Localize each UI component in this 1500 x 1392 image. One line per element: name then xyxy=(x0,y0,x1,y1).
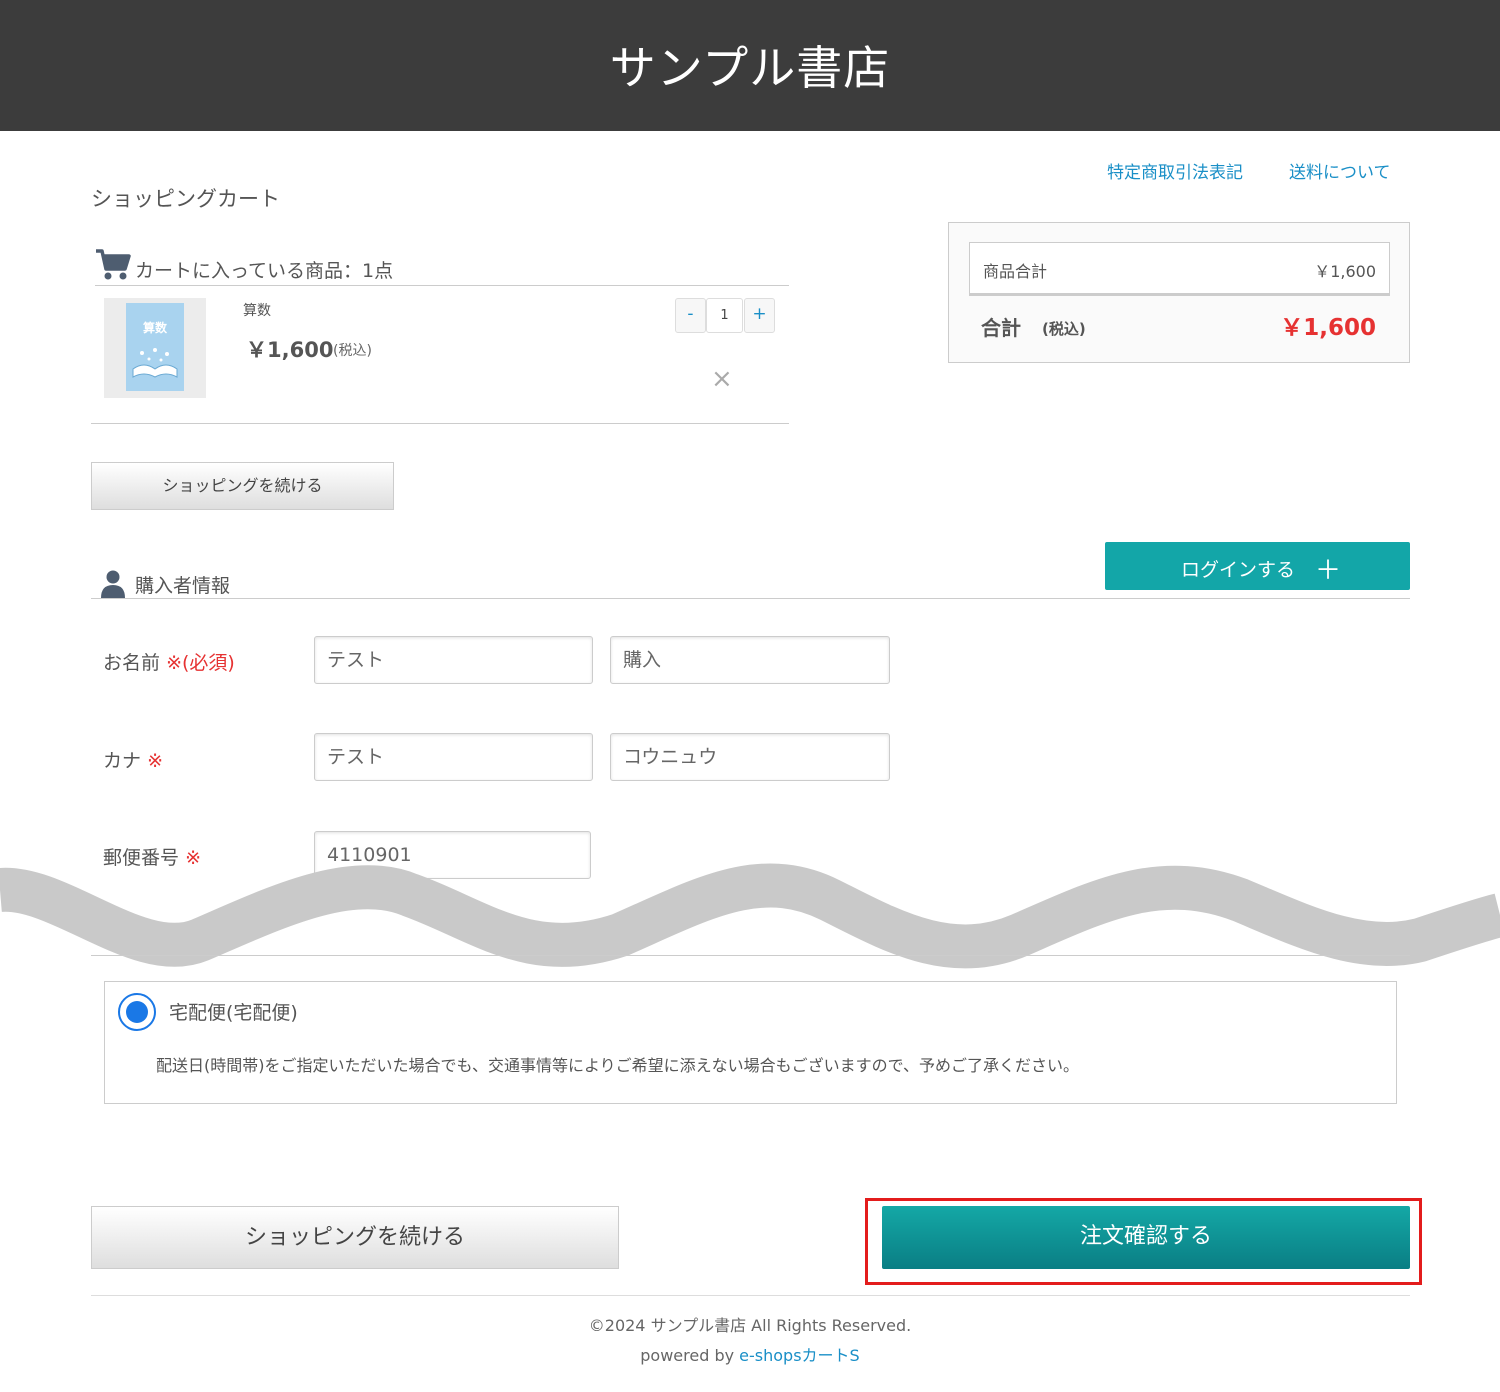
plus-icon: ＋ xyxy=(1315,556,1342,586)
subtotal-label: 商品合計 xyxy=(983,262,1048,281)
total-label: 合計 xyxy=(981,316,1021,340)
cart-heading-text: カートに入っている商品：1点 xyxy=(135,260,394,282)
divider xyxy=(91,423,789,424)
continue-shopping-button[interactable]: ショッピングを続ける xyxy=(91,462,394,510)
shipping-method-box: 宅配便(宅配便) 配送日(時間帯)をご指定いただいた場合でも、交通事情等によりご… xyxy=(104,981,1397,1104)
shipping-info-link[interactable]: 送料について xyxy=(1289,158,1391,183)
copyright: ©2024 サンプル書店 All Rights Reserved. xyxy=(588,1316,912,1335)
book-cover: 算数 xyxy=(126,303,184,391)
item-tax-note: (税込) xyxy=(333,343,372,359)
shipping-method-name[interactable]: 宅配便(宅配便) xyxy=(169,998,298,1025)
tokutei-link[interactable]: 特定商取引法表記 xyxy=(1107,158,1243,183)
item-name[interactable]: 算数 xyxy=(243,300,271,320)
site-title[interactable]: サンプル書店 xyxy=(0,32,1500,98)
qty-decrease-button[interactable]: - xyxy=(675,298,706,333)
kana-required-mark: ※ xyxy=(147,750,163,772)
subtotal-value: ￥1,600 xyxy=(1314,262,1376,281)
first-name-input[interactable]: 購入 xyxy=(610,636,890,684)
total-value: ￥1,600 xyxy=(1280,315,1376,341)
site-header: サンプル書店 xyxy=(0,0,1500,131)
powered-prefix: powered by xyxy=(640,1346,740,1365)
footer-divider xyxy=(91,1295,1410,1296)
kana-label-text: カナ xyxy=(103,750,142,772)
qty-input[interactable]: 1 xyxy=(706,298,743,333)
qty-increase-button[interactable]: + xyxy=(744,298,775,333)
order-summary: 商品合計 ￥1,600 合計 (税込) ￥1,600 xyxy=(948,222,1410,363)
kana-label: カナ ※ xyxy=(103,746,163,773)
item-thumbnail[interactable]: 算数 xyxy=(104,298,206,398)
name-label-text: お名前 xyxy=(103,652,161,674)
page-title: ショッピングカート xyxy=(91,187,280,211)
book-cover-title: 算数 xyxy=(142,321,167,335)
total-tax-note: (税込) xyxy=(1042,320,1086,338)
subtotal-row: 商品合計 ￥1,600 xyxy=(969,242,1390,296)
remove-item-icon[interactable]: × xyxy=(711,366,733,392)
powered-by: powered by e-shopsカートS xyxy=(0,1342,1500,1366)
kana-last-input[interactable]: テスト xyxy=(314,733,593,781)
kana-first-input[interactable]: コウニュウ xyxy=(610,733,890,781)
item-price: ￥1,600 xyxy=(246,338,334,362)
eshops-link[interactable]: e-shopsカートS xyxy=(739,1346,860,1365)
continue-shopping-button-bottom[interactable]: ショッピングを続ける xyxy=(91,1206,619,1269)
omission-wave xyxy=(0,863,1500,969)
shipping-divider xyxy=(91,955,1410,956)
radio-selected-dot xyxy=(126,1001,148,1023)
login-button-label: ログインする xyxy=(1181,559,1296,581)
cart-icon xyxy=(95,248,131,286)
name-label: お名前 ※(必須) xyxy=(103,648,235,675)
last-name-input[interactable]: テスト xyxy=(314,636,593,684)
cart-heading: カートに入っている商品：1点 xyxy=(95,248,789,286)
login-button[interactable]: ログインする ＋ xyxy=(1105,542,1410,590)
shipping-note: 配送日(時間帯)をご指定いただいた場合でも、交通事情等によりご希望に添えない場合… xyxy=(156,1056,1080,1075)
confirm-order-button[interactable]: 注文確認する xyxy=(882,1206,1410,1269)
shipping-radio[interactable] xyxy=(118,993,156,1031)
person-icon xyxy=(101,570,125,602)
buyer-heading-text: 購入者情報 xyxy=(135,575,231,597)
name-required-mark: ※(必須) xyxy=(166,652,235,674)
